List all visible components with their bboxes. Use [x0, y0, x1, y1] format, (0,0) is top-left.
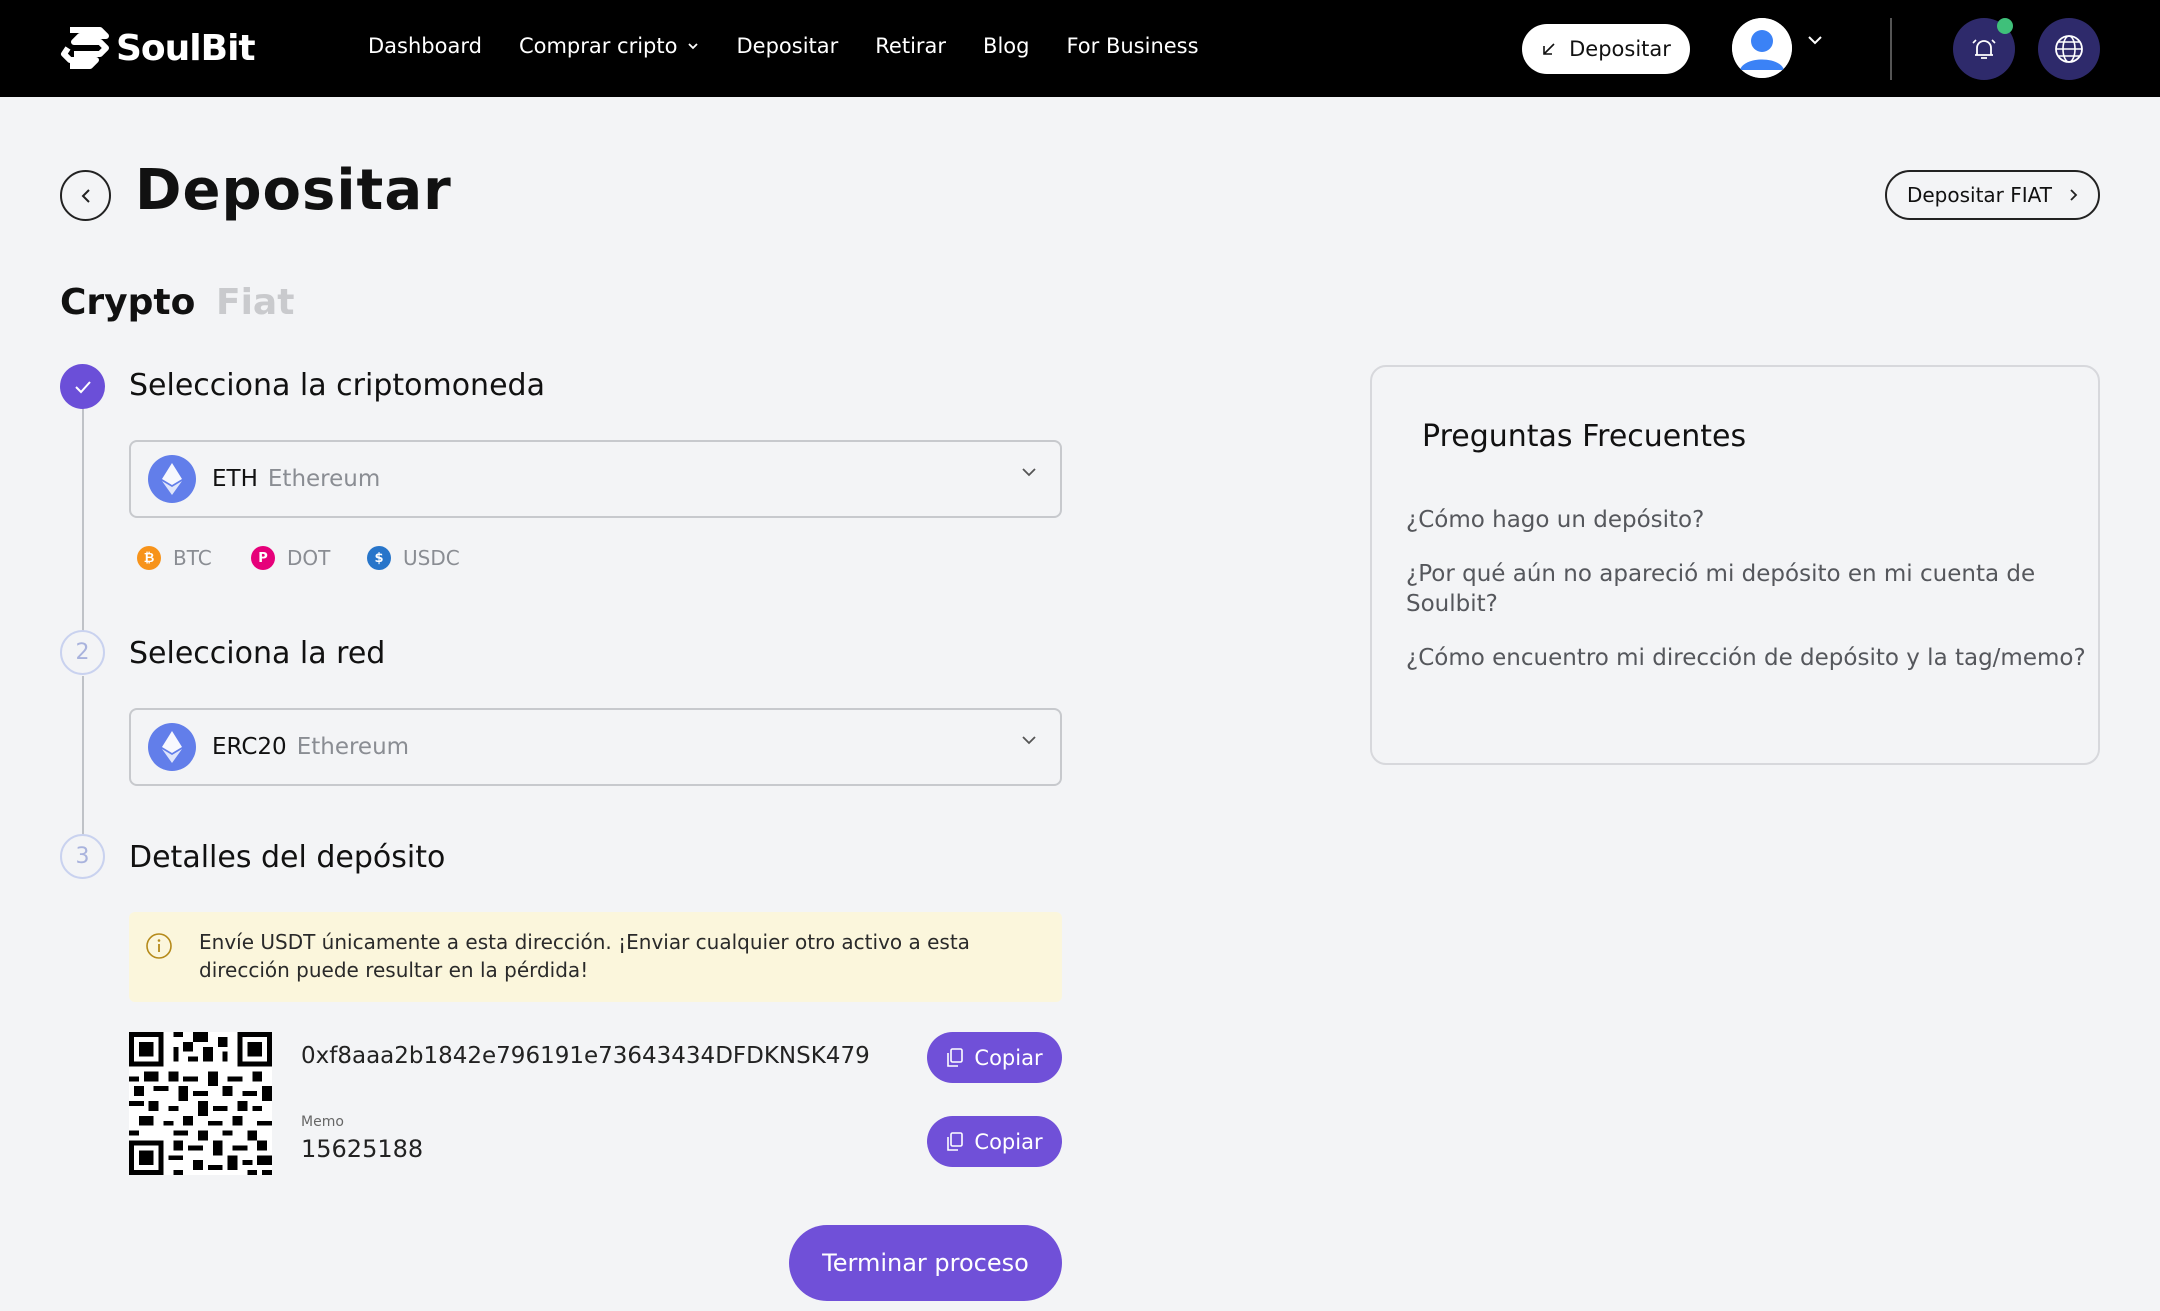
quick-coin-label: BTC: [173, 546, 212, 570]
chevron-down-icon: [688, 43, 699, 50]
brand-name: SoulBit: [116, 27, 256, 69]
faq-item[interactable]: ¿Por qué aún no apareció mi depósito en …: [1406, 559, 2086, 619]
polkadot-icon: P: [251, 546, 275, 570]
nav-link-comprar-cripto[interactable]: Comprar cripto: [519, 34, 700, 58]
bell-icon: [1972, 39, 1996, 59]
faq-title: Preguntas Frecuentes: [1422, 419, 1747, 454]
copy-memo-button[interactable]: Copiar: [927, 1116, 1062, 1167]
quick-coin-usdc[interactable]: $ USDC: [367, 546, 460, 570]
quick-coin-label: DOT: [287, 546, 331, 570]
tab-crypto[interactable]: Crypto: [60, 282, 195, 323]
warning-banner: Envíe USDT únicamente a esta dirección. …: [129, 912, 1062, 1002]
step-2-title: Selecciona la red: [129, 636, 386, 671]
bitcoin-icon: ₿: [137, 546, 161, 570]
qr-code: [129, 1032, 272, 1175]
copy-address-label: Copiar: [974, 1045, 1043, 1070]
nav-link-for-business[interactable]: For Business: [1066, 34, 1198, 58]
top-navbar: SoulBit Dashboard Comprar cripto Deposit…: [0, 0, 2160, 97]
usdc-icon: $: [367, 546, 391, 570]
memo-value: 15625188: [301, 1135, 424, 1163]
faq-item[interactable]: ¿Cómo hago un depósito?: [1406, 505, 2086, 535]
nav-deposit-button[interactable]: Depositar: [1522, 24, 1690, 74]
step-1-check: [60, 364, 105, 409]
step-3-title: Detalles del depósito: [129, 840, 446, 875]
depositar-fiat-button[interactable]: Depositar FIAT: [1885, 170, 2100, 220]
arrow-down-left-icon: [1543, 43, 1555, 55]
faq-item[interactable]: ¿Cómo encuentro mi dirección de depósito…: [1406, 643, 2106, 673]
quick-coin-label: USDC: [403, 546, 460, 570]
chevron-down-icon: [1022, 468, 1036, 477]
nav-link-comprar-label: Comprar cripto: [518, 34, 678, 58]
copy-memo-label: Copiar: [974, 1129, 1043, 1154]
copy-icon: [947, 1047, 964, 1067]
nav-link-blog[interactable]: Blog: [983, 34, 1029, 58]
nav-link-retirar[interactable]: Retirar: [875, 34, 946, 58]
deposit-address: 0xf8aaa2b1842e796191e73643434DFDKNSK479: [301, 1043, 870, 1069]
step-1-title: Selecciona la criptomoneda: [129, 368, 545, 403]
nav-deposit-label: Depositar: [1569, 37, 1671, 61]
soulbit-logo-icon: [61, 27, 109, 69]
network-select[interactable]: ERC20 Ethereum: [129, 708, 1062, 786]
copy-address-button[interactable]: Copiar: [927, 1032, 1062, 1083]
warning-line-2: dirección puede resultar en la pérdida!: [199, 958, 589, 982]
depositar-fiat-label: Depositar FIAT: [1906, 183, 2053, 207]
check-icon: [74, 380, 91, 393]
page-title: Depositar: [135, 158, 452, 223]
info-icon: [146, 933, 172, 959]
warning-line-1: Envíe USDT únicamente a esta dirección. …: [199, 930, 970, 954]
avatar[interactable]: [1732, 18, 1792, 78]
soulbit-logo[interactable]: SoulBit: [60, 26, 256, 70]
notification-dot: [1997, 18, 2013, 34]
memo-label: Memo: [301, 1114, 344, 1130]
network-select-name: Ethereum: [296, 734, 410, 760]
step-3-number: 3: [60, 834, 105, 879]
tab-fiat[interactable]: Fiat: [216, 282, 294, 323]
faq-panel: Preguntas Frecuentes ¿Cómo hago un depós…: [1370, 365, 2100, 765]
ethereum-icon: [148, 723, 196, 771]
chevron-right-icon: [2070, 189, 2078, 201]
nav-divider: [1890, 18, 1892, 80]
crypto-select-code: ETH: [212, 466, 258, 492]
crypto-select[interactable]: ETH Ethereum: [129, 440, 1062, 518]
crypto-select-name: Ethereum: [267, 466, 381, 492]
nav-links: Dashboard Comprar cripto Depositar Retir…: [368, 34, 1236, 58]
quick-coin-dot[interactable]: P DOT: [251, 546, 330, 570]
stepper-line: [82, 408, 84, 653]
user-avatar-icon: [1732, 18, 1792, 78]
ethereum-icon: [148, 455, 196, 503]
stepper-line: [82, 676, 84, 836]
copy-icon: [947, 1131, 964, 1151]
language-button[interactable]: [2038, 18, 2100, 80]
network-select-code: ERC20: [212, 734, 287, 760]
nav-link-depositar[interactable]: Depositar: [736, 34, 838, 58]
nav-link-dashboard[interactable]: Dashboard: [368, 34, 482, 58]
chevron-down-icon: [1022, 736, 1036, 745]
step-2-number: 2: [60, 630, 105, 675]
finish-process-button[interactable]: Terminar proceso: [789, 1225, 1062, 1301]
chevron-down-icon[interactable]: [1806, 34, 1824, 46]
back-button[interactable]: [60, 170, 111, 221]
chevron-left-icon: [81, 188, 90, 203]
quick-coin-btc[interactable]: ₿ BTC: [137, 546, 212, 570]
globe-icon: [2055, 35, 2083, 63]
warning-text: Envíe USDT únicamente a esta dirección. …: [199, 928, 1019, 984]
